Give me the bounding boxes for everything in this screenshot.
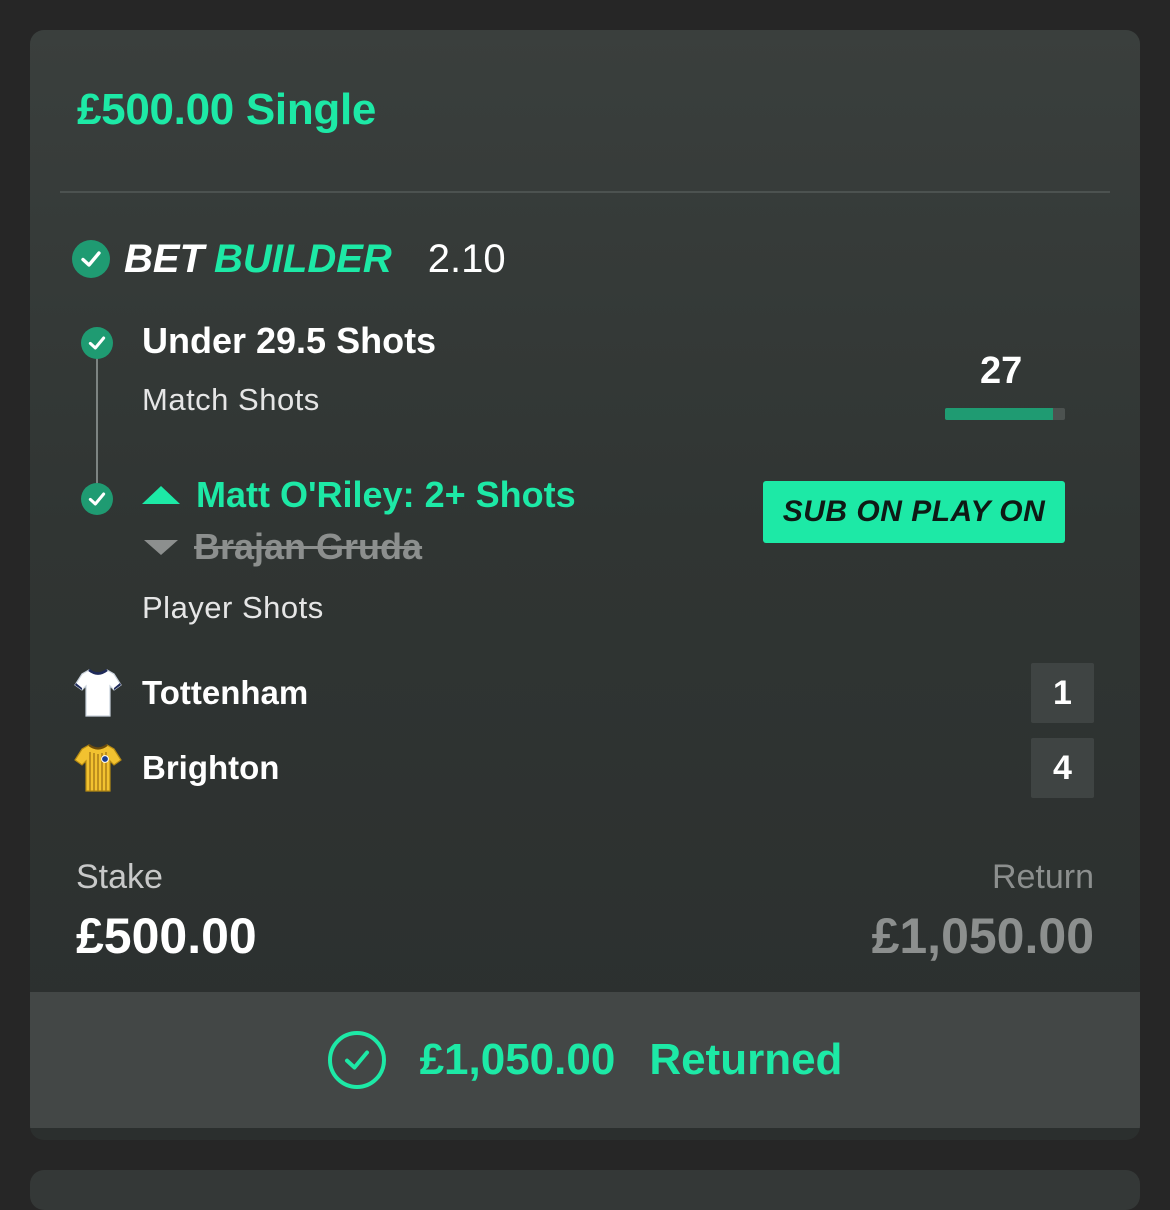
team-score: 4	[1031, 738, 1094, 798]
bet-card[interactable]: £500.00 Single BET BUILDER 2.10 Under 29…	[30, 30, 1140, 1140]
bet-title: £500.00 Single	[77, 85, 377, 134]
bet-builder-label-2: BUILDER	[214, 236, 392, 281]
return-label: Return	[991, 858, 1094, 896]
timeline-connector	[96, 342, 98, 492]
bet-builder-label-1: BET	[124, 236, 204, 281]
return-value: £1,050.00	[871, 908, 1094, 964]
next-bet-card[interactable]	[30, 1170, 1140, 1210]
selection-title: Under 29.5 Shots	[142, 320, 437, 361]
team-name: Brighton	[142, 749, 280, 786]
progress-fill	[945, 408, 1053, 420]
sub-off-player: Brajan Gruda	[194, 526, 423, 567]
sub-on-player: Matt O'Riley: 2+ Shots	[196, 474, 576, 515]
returned-amount: £1,050.00	[419, 1035, 616, 1084]
returned-banner: £1,050.00 Returned	[30, 992, 1140, 1128]
check-icon	[81, 483, 113, 515]
arrow-up-icon	[142, 486, 180, 504]
tottenham-shirt-icon	[74, 668, 122, 717]
check-icon	[72, 240, 110, 278]
sub-on-play-on-badge[interactable]: SUB ON PLAY ON	[763, 481, 1065, 543]
team-score: 1	[1031, 663, 1094, 723]
progress-bar	[945, 408, 1065, 420]
bet-builder-header: BET BUILDER 2.10	[72, 233, 506, 285]
stake-label: Stake	[76, 858, 163, 896]
sub-off-row: Brajan Gruda	[144, 526, 422, 568]
progress-value: 27	[980, 350, 1023, 392]
team-row: Tottenham 1	[74, 663, 1094, 723]
selection-market: Match Shots	[142, 382, 320, 417]
team-name: Tottenham	[142, 674, 309, 711]
brighton-shirt-icon	[74, 744, 122, 792]
stake-value: £500.00	[76, 908, 257, 964]
check-circle-icon	[327, 1031, 386, 1089]
bet-odds: 2.10	[427, 236, 506, 281]
check-icon	[81, 327, 113, 359]
arrow-down-icon	[144, 539, 178, 555]
selection-market: Player Shots	[142, 590, 324, 625]
divider	[60, 191, 1110, 193]
sub-on-row: Matt O'Riley: 2+ Shots	[142, 474, 576, 516]
team-row: Brighton 4	[74, 738, 1094, 798]
returned-label: Returned	[649, 1035, 843, 1084]
